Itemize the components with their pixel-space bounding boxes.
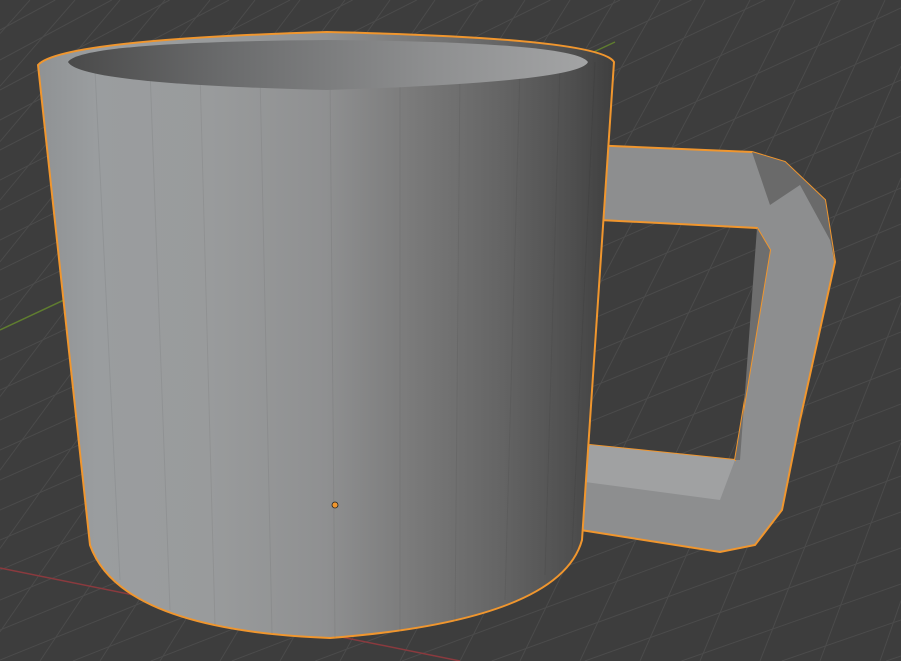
3d-viewport[interactable] — [0, 0, 901, 661]
mug-body[interactable] — [36, 30, 616, 640]
object-origin-icon — [331, 501, 339, 509]
